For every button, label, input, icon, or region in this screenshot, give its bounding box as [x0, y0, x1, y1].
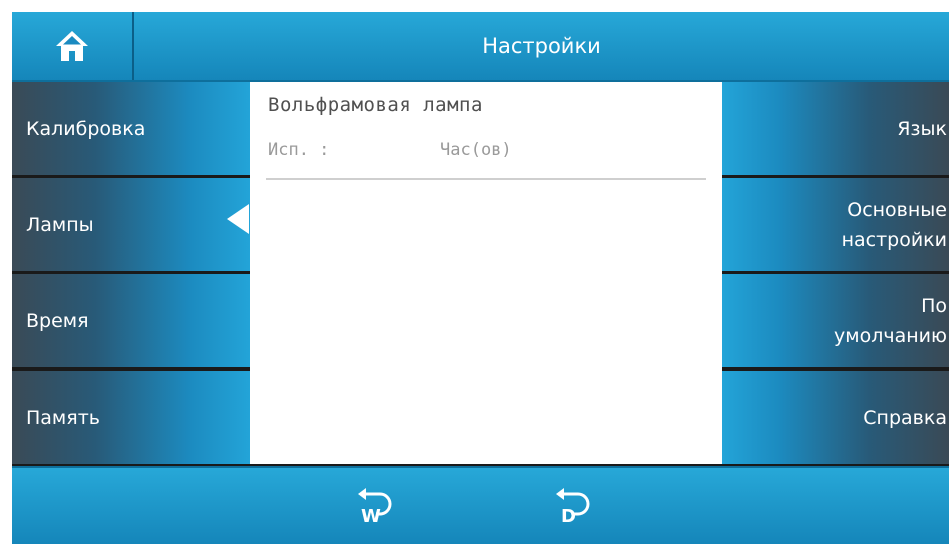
- usage-label: Исп. :: [268, 140, 330, 160]
- menu-item-label: Память: [26, 406, 100, 429]
- menu-item-defaults[interactable]: По умолчанию: [722, 274, 949, 367]
- menu-item-label: Основные настройки: [842, 195, 947, 255]
- menu-item-help[interactable]: Справка: [722, 371, 949, 464]
- menu-item-label-line2: настройки: [841, 228, 947, 251]
- menu-item-label: Калибровка: [26, 117, 146, 140]
- deuterium-lamp-letter: D: [561, 506, 576, 527]
- left-menu: Калибровка Лампы Время Память: [12, 82, 250, 464]
- menu-item-calibration[interactable]: Калибровка: [12, 82, 250, 175]
- menu-item-language[interactable]: Язык: [722, 82, 949, 175]
- menu-item-general-settings[interactable]: Основные настройки: [722, 178, 949, 271]
- active-item-pointer-icon: [227, 204, 249, 234]
- app-window: Настройки Калибровка Лампы Время Память …: [12, 12, 949, 544]
- footer-bar: W D: [12, 466, 949, 544]
- usage-unit: Час(ов): [440, 140, 512, 160]
- deuterium-lamp-button[interactable]: D: [550, 482, 600, 528]
- menu-item-label: Время: [26, 309, 89, 332]
- menu-item-label: Справка: [863, 406, 947, 429]
- deuterium-lamp-toggle-icon: D: [556, 488, 590, 527]
- tungsten-lamp-toggle-icon: W: [358, 488, 392, 527]
- menu-item-memory[interactable]: Память: [12, 371, 250, 464]
- tungsten-lamp-button[interactable]: W: [352, 482, 402, 528]
- home-button[interactable]: [12, 12, 134, 80]
- lamp-name: Вольфрамовая лампа: [268, 94, 483, 116]
- menu-item-label: По умолчанию: [834, 291, 947, 351]
- divider: [266, 178, 706, 180]
- right-menu: Язык Основные настройки По умолчанию Спр…: [722, 82, 949, 464]
- menu-item-label-line1: Основные: [847, 198, 947, 221]
- menu-item-label-line2: умолчанию: [834, 324, 947, 347]
- tungsten-lamp-letter: W: [361, 506, 381, 527]
- page-title: Настройки: [482, 34, 601, 58]
- menu-item-label: Лампы: [26, 213, 94, 236]
- lamp-settings-panel: Вольфрамовая лампа Исп. : Час(ов): [250, 82, 722, 464]
- home-icon: [56, 31, 88, 61]
- header-bar: Настройки: [12, 12, 949, 82]
- menu-item-label-line1: По: [921, 294, 947, 317]
- menu-item-time[interactable]: Время: [12, 274, 250, 367]
- menu-item-lamps[interactable]: Лампы: [12, 178, 250, 271]
- menu-item-label: Язык: [897, 117, 947, 140]
